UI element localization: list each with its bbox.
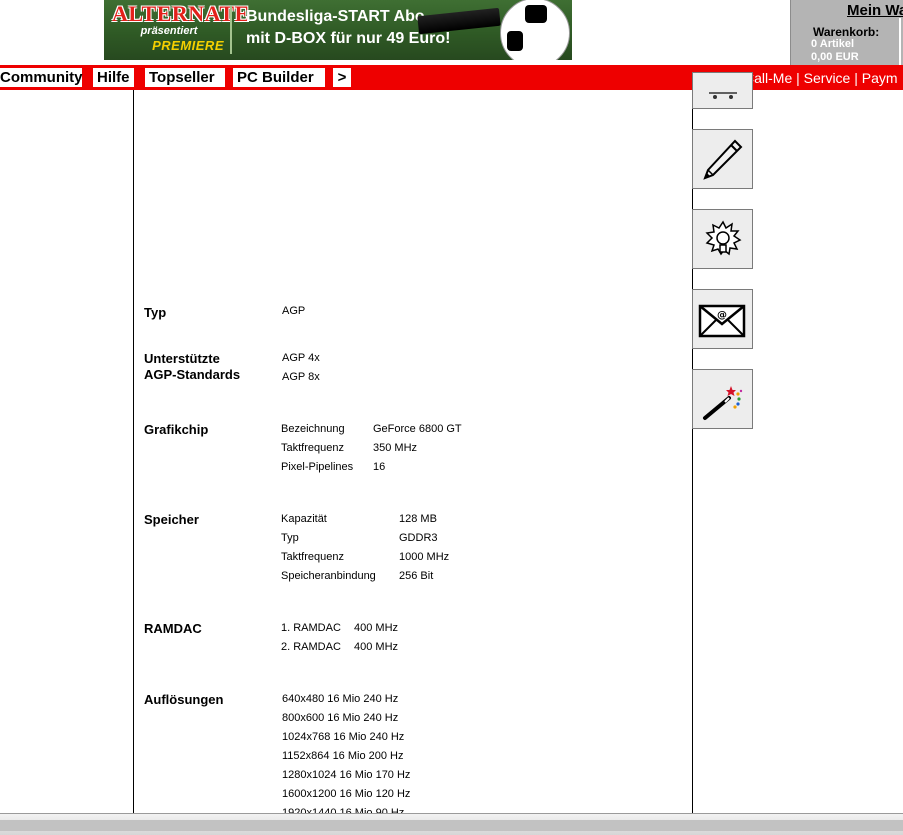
my-cart-link[interactable]: Mein Wa — [847, 2, 903, 19]
banner-promo-line1: Bundesliga-START Abo — [246, 8, 425, 25]
spec-value: 400 MHz — [354, 641, 399, 653]
resolution-entry: 1152x864 16 Mio 200 Hz — [282, 750, 404, 762]
cart-label: Warenkorb: — [813, 25, 880, 39]
spec-key: Taktfrequenz — [281, 551, 344, 563]
spec-value: GeForce 6800 GT — [373, 423, 462, 435]
banner-presents-text: präsentiert — [140, 25, 198, 37]
main-nav-bar: Community Hilfe Topseller PC Builder > C… — [0, 65, 903, 90]
side-magic-button[interactable] — [692, 369, 753, 429]
spec-label-agp-line2: AGP-Standards — [144, 367, 241, 382]
magic-wand-icon — [703, 386, 743, 420]
spec-value-agp: AGP 4x — [282, 352, 320, 364]
spec-key: Speicheranbindung — [281, 570, 376, 582]
spec-value: 16 — [373, 461, 386, 473]
spec-value-agp: AGP 8x — [282, 371, 320, 383]
spec-label-aufloesungen: Auflösungen — [144, 692, 224, 707]
nav-topseller-button[interactable]: Topseller — [145, 68, 225, 87]
service-link[interactable]: Service — [804, 70, 851, 86]
lightbulb-icon — [705, 220, 742, 256]
spec-key: Typ — [281, 532, 299, 544]
spec-value: GDDR3 — [399, 532, 438, 544]
spec-value-typ: AGP — [282, 305, 306, 317]
spec-label-speicher: Speicher — [144, 512, 199, 527]
spec-label-grafikchip: Grafikchip — [144, 422, 209, 437]
payment-link[interactable]: Paym — [862, 70, 898, 86]
nav-separator: | — [854, 70, 858, 86]
spec-value: 350 MHz — [373, 442, 418, 454]
spec-key: Kapazität — [281, 513, 327, 525]
dbox-receiver-image — [417, 7, 501, 35]
side-cart-button[interactable] — [692, 72, 753, 109]
spec-label-typ: Typ — [144, 305, 167, 320]
nav-separator: | — [796, 70, 800, 86]
side-write-button[interactable] — [692, 129, 753, 189]
resolution-entry: 1024x768 16 Mio 240 Hz — [282, 731, 405, 743]
svg-text:@: @ — [717, 310, 727, 321]
pencil-icon — [703, 139, 743, 180]
spec-value: 400 MHz — [354, 622, 399, 634]
side-tip-button[interactable] — [692, 209, 753, 269]
nav-pc-builder-button[interactable]: PC Builder — [233, 68, 325, 87]
cart-total: 0,00 EUR — [811, 51, 859, 63]
nav-more-button[interactable]: > — [333, 68, 351, 87]
nav-community-button[interactable]: Community — [0, 68, 83, 87]
spec-value: 128 MB — [399, 513, 437, 525]
spec-key: Pixel-Pipelines — [281, 461, 354, 473]
spec-value: 1000 MHz — [399, 551, 450, 563]
side-email-button[interactable]: @ — [692, 289, 753, 349]
cart-item-count: 0 Artikel — [811, 38, 855, 50]
horizontal-scrollbar[interactable] — [0, 813, 903, 835]
nav-hilfe-button[interactable]: Hilfe — [93, 68, 134, 87]
spec-key: 1. RAMDAC — [281, 622, 341, 634]
scrollbar-track[interactable] — [0, 820, 903, 831]
cart-icon — [709, 92, 737, 99]
resolution-entry: 1600x1200 16 Mio 120 Hz — [282, 788, 411, 800]
resolution-entry: 640x480 16 Mio 240 Hz — [282, 693, 399, 705]
alternate-logo: ALTERNATE — [112, 1, 250, 26]
nav-right-links: Call-Me | Service | Paym — [744, 70, 898, 86]
spec-label-agp-line1: Unterstützte — [144, 351, 220, 366]
premiere-logo: PREMIERE — [152, 38, 224, 53]
soccer-ball-image — [500, 0, 570, 60]
spec-key: 2. RAMDAC — [281, 641, 341, 653]
spec-label-ramdac: RAMDAC — [144, 621, 202, 636]
spec-value: 256 Bit — [399, 570, 434, 582]
spec-key: Taktfrequenz — [281, 442, 344, 454]
resolution-entry: 800x600 16 Mio 240 Hz — [282, 712, 399, 724]
resolution-entry: 1280x1024 16 Mio 170 Hz — [282, 769, 411, 781]
spec-key: Bezeichnung — [281, 423, 345, 435]
banner-divider — [230, 6, 232, 54]
cart-summary: Mein Wa Warenkorb: 0 Artikel 0,00 EUR — [790, 0, 903, 65]
email-icon: @ — [698, 304, 746, 338]
cart-divider — [899, 18, 901, 65]
advertisement-banner[interactable]: ALTERNATE präsentiert PREMIERE Bundeslig… — [104, 0, 572, 60]
